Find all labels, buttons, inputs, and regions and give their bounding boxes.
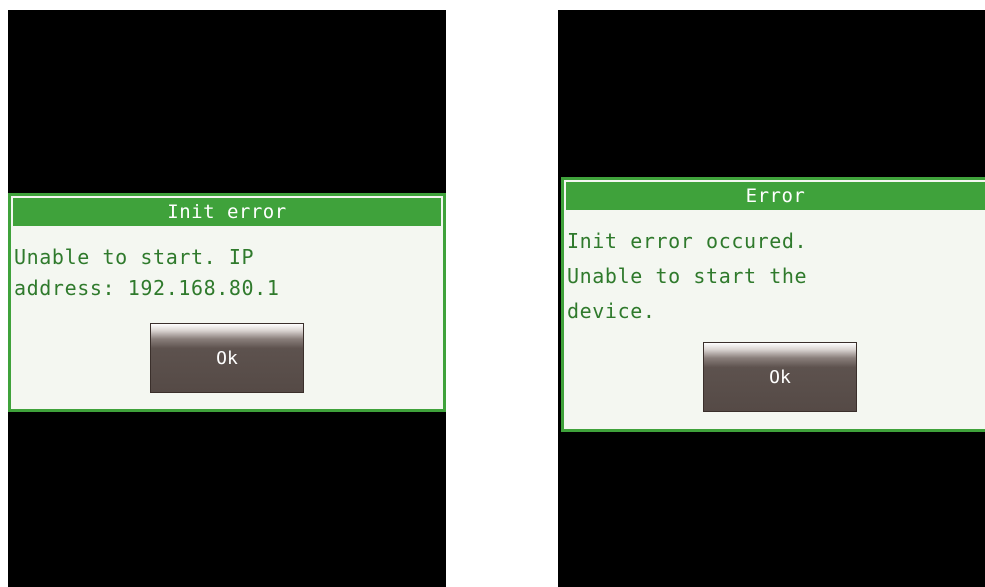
- ok-button[interactable]: Ok: [703, 342, 857, 412]
- init-error-dialog: Init error Unable to start. IP address: …: [8, 193, 446, 412]
- error-dialog: Error Init error occured. Unable to star…: [561, 177, 985, 432]
- device-screen-right: Error Init error occured. Unable to star…: [558, 10, 985, 587]
- dialog-title: Init error: [13, 198, 441, 226]
- dialog-message: Unable to start. IP address: 192.168.80.…: [14, 245, 280, 300]
- ok-button[interactable]: Ok: [150, 323, 304, 393]
- device-screen-left: Init error Unable to start. IP address: …: [8, 10, 446, 587]
- dialog-title: Error: [566, 182, 985, 210]
- dialog-message: Init error occured. Unable to start the …: [567, 229, 808, 323]
